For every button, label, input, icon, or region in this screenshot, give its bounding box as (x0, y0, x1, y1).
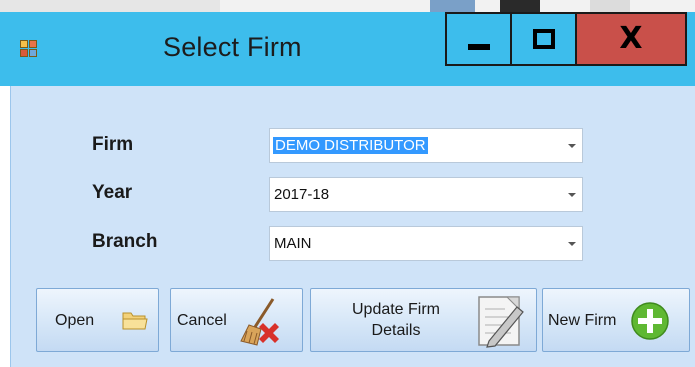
minimize-button[interactable] (445, 12, 512, 66)
update-button-label-line2: Details (371, 322, 421, 339)
branch-combobox[interactable]: MAIN (269, 226, 583, 261)
chevron-down-icon[interactable] (568, 144, 576, 148)
select-firm-dialog: Select Firm X Firm DEMO DISTRIBUTOR Year… (0, 12, 695, 367)
maximize-icon (532, 29, 555, 49)
title-bar[interactable]: Select Firm X (0, 12, 695, 86)
app-icon (20, 40, 38, 58)
plus-circle-icon (631, 302, 669, 340)
notepad-pencil-icon (478, 296, 524, 348)
open-button[interactable]: Open (36, 288, 159, 352)
maximize-button[interactable] (510, 12, 577, 66)
cancel-button[interactable]: Cancel (170, 288, 303, 352)
chevron-down-icon[interactable] (568, 242, 576, 246)
branch-value: MAIN (274, 235, 312, 252)
minimize-icon (467, 44, 490, 50)
open-button-label: Open (55, 312, 95, 329)
year-value: 2017-18 (274, 186, 330, 203)
window-title: Select Firm (163, 32, 302, 62)
firm-combobox[interactable]: DEMO DISTRIBUTOR (269, 128, 583, 163)
chevron-down-icon[interactable] (568, 193, 576, 197)
firm-label: Firm (92, 134, 134, 155)
broom-cancel-icon (240, 298, 279, 346)
close-icon: X (619, 21, 643, 56)
year-combobox[interactable]: 2017-18 (269, 177, 583, 212)
folder-icon (122, 312, 148, 330)
branch-label: Branch (92, 231, 158, 252)
update-firm-details-button[interactable]: Update Firm Details (310, 288, 537, 352)
close-button[interactable]: X (575, 12, 687, 66)
year-label: Year (92, 182, 133, 203)
new-firm-button-label: New Firm (548, 312, 617, 329)
update-button-label-line1: Update Firm (351, 301, 441, 318)
cancel-button-label: Cancel (177, 312, 227, 329)
firm-value: DEMO DISTRIBUTOR (273, 137, 428, 154)
new-firm-button[interactable]: New Firm (542, 288, 690, 352)
